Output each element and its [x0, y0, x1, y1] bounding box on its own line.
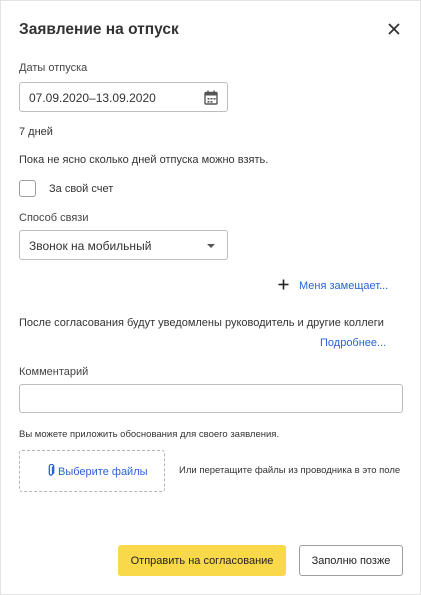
vacation-dialog: Заявление на отпуск Даты отпуска 07.09.2… [0, 0, 421, 595]
choose-files-link[interactable]: Выберите файлы [58, 466, 148, 478]
paperclip-icon [48, 464, 55, 476]
contact-label: Способ связи [19, 212, 89, 224]
date-range-value: 07.09.2020–13.09.2020 [29, 91, 156, 105]
dates-label: Даты отпуска [19, 62, 88, 74]
dialog-title: Заявление на отпуск [19, 21, 179, 38]
contact-selected-value: Звонок на мобильный [29, 239, 152, 253]
own-expense-checkbox[interactable] [19, 180, 36, 197]
duration-text: 7 дней [19, 126, 53, 138]
close-icon[interactable] [387, 22, 401, 36]
chevron-down-icon [207, 244, 215, 248]
contact-select[interactable]: Звонок на мобильный [19, 230, 228, 260]
more-info-link[interactable]: Подробнее... [320, 337, 386, 349]
dates-note: Пока не ясно сколько дней отпуска можно … [19, 154, 269, 166]
comment-input[interactable] [19, 384, 403, 413]
calendar-icon[interactable] [204, 90, 218, 105]
notification-text: После согласования будут уведомлены руко… [19, 317, 384, 329]
drop-hint: Или перетащите файлы из проводника в это… [179, 465, 401, 476]
file-dropzone[interactable]: Выберите файлы [19, 450, 165, 492]
fill-later-button[interactable]: Заполню позже [299, 545, 403, 576]
submit-button[interactable]: Отправить на согласование [118, 545, 286, 576]
own-expense-label[interactable]: За свой счет [49, 183, 113, 195]
comment-label: Комментарий [19, 366, 89, 378]
plus-icon[interactable] [278, 279, 289, 290]
date-range-field[interactable]: 07.09.2020–13.09.2020 [19, 82, 228, 112]
attachments-hint: Вы можете приложить обоснования для свое… [19, 429, 280, 440]
substitute-link[interactable]: Меня замещает... [299, 280, 388, 292]
